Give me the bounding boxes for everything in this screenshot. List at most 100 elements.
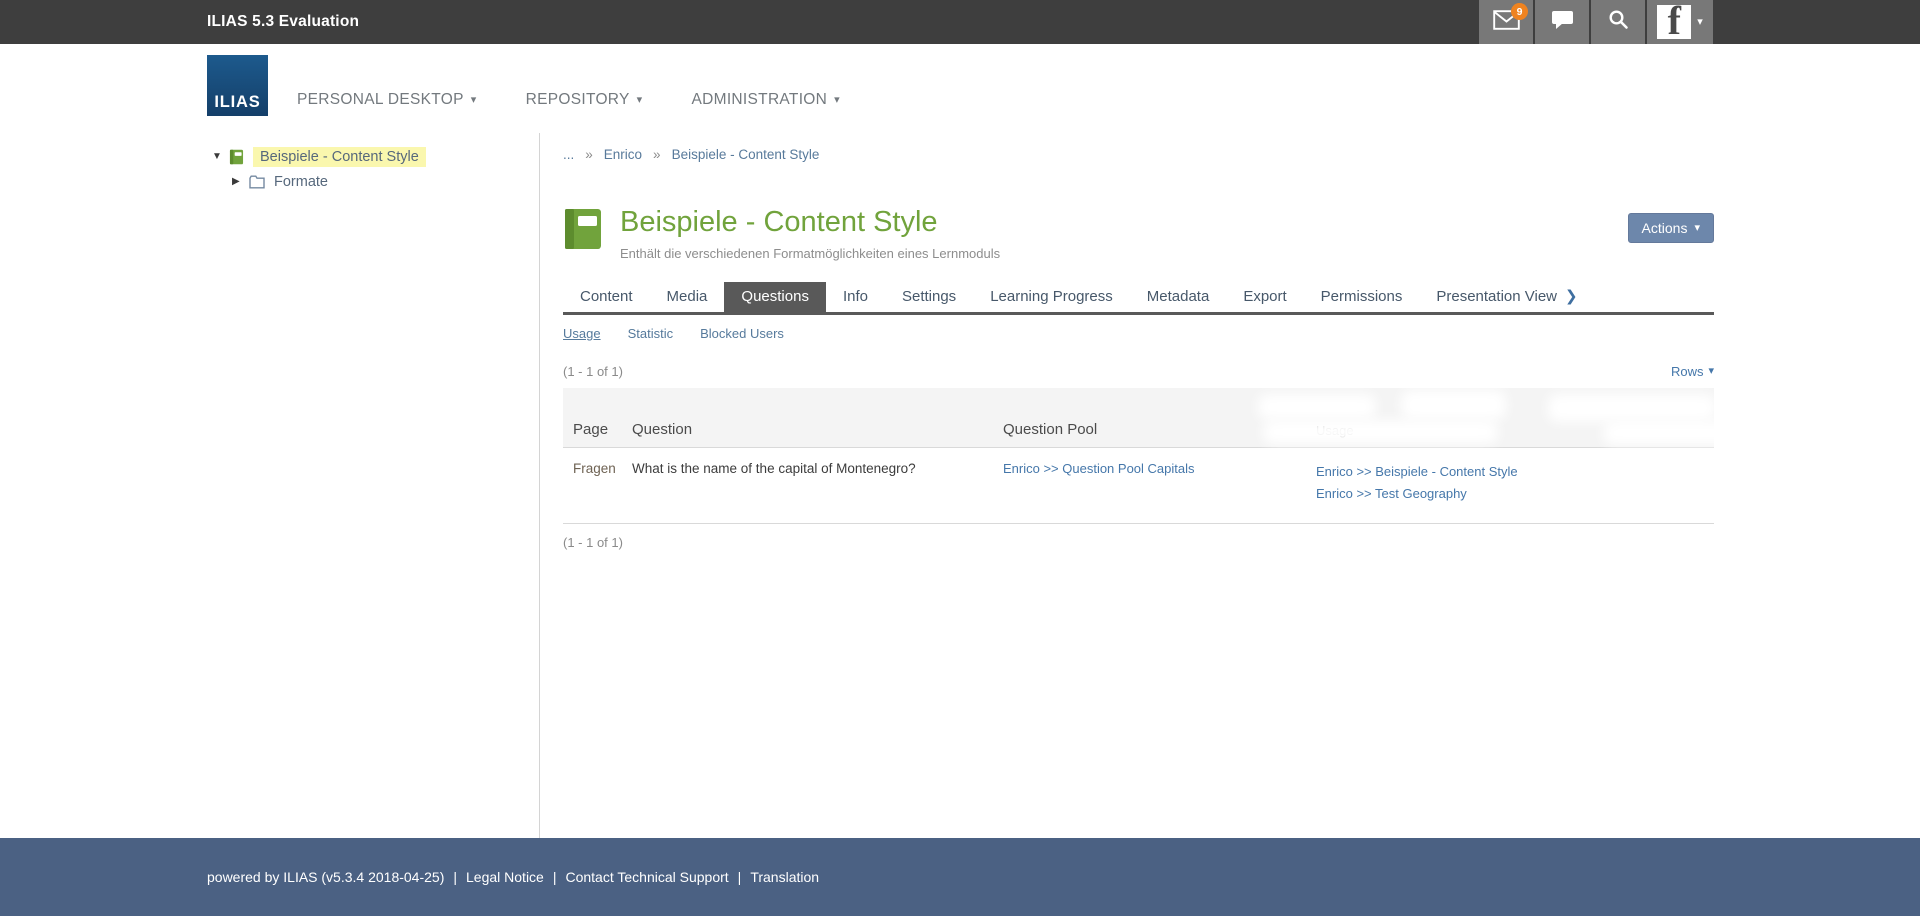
tab-label: Permissions	[1321, 282, 1403, 312]
pagination-info-bottom: (1 - 1 of 1)	[563, 535, 1714, 550]
avatar: f	[1657, 5, 1691, 39]
tab-settings[interactable]: Settings	[885, 282, 973, 312]
tree-collapse-toggle[interactable]: ▶	[232, 176, 249, 187]
tab-label: Settings	[902, 282, 956, 312]
subtab-usage[interactable]: Usage	[563, 326, 601, 341]
menu-administration[interactable]: ADMINISTRATION ▾	[691, 91, 840, 109]
subtab-blocked-users[interactable]: Blocked Users	[700, 326, 784, 341]
redaction-blur	[1258, 394, 1376, 420]
cell-page: Fragen	[573, 461, 632, 476]
actions-label: Actions	[1642, 220, 1688, 236]
tree-item-content-style: ▼ Beispiele - Content Style	[212, 144, 539, 169]
search-button[interactable]	[1591, 0, 1645, 44]
chevron-down-icon: ▾	[1708, 366, 1714, 377]
tab-label: Content	[580, 282, 633, 312]
redaction-blur	[1263, 420, 1498, 444]
tab-presentation-view[interactable]: Presentation View ❯	[1419, 282, 1594, 312]
ilias-logo[interactable]: ILIAS	[207, 55, 268, 116]
footer: powered by ILIAS (v5.3.4 2018-04-25) | L…	[0, 838, 1920, 916]
table-toolbar: (1 - 1 of 1) Rows ▾	[563, 364, 1714, 379]
object-header: Beispiele - Content Style Enthält die ve…	[563, 207, 1714, 261]
cell-usage: Enrico >> Beispiele - Content Style Enri…	[1316, 461, 1714, 505]
installation-title: ILIAS 5.3 Evaluation	[207, 13, 359, 31]
usage-link-content-style[interactable]: Enrico >> Beispiele - Content Style	[1316, 464, 1518, 479]
breadcrumb-separator: »	[653, 147, 661, 162]
tab-info[interactable]: Info	[826, 282, 885, 312]
tab-permissions[interactable]: Permissions	[1304, 282, 1420, 312]
tab-label: Info	[843, 282, 868, 312]
tree-item-formate: ▶ Formate	[212, 169, 539, 194]
tab-label: Media	[667, 282, 708, 312]
pagination-info: (1 - 1 of 1)	[563, 364, 623, 379]
redaction-blur	[1603, 421, 1753, 445]
tab-label: Metadata	[1147, 282, 1210, 312]
tab-label: Presentation View	[1436, 282, 1557, 312]
tree-item-label[interactable]: Beispiele - Content Style	[253, 147, 426, 167]
usage-link-test-geography[interactable]: Enrico >> Test Geography	[1316, 486, 1467, 501]
tab-media[interactable]: Media	[650, 282, 725, 312]
object-title-block: Beispiele - Content Style Enthält die ve…	[620, 207, 1000, 261]
footer-separator: |	[738, 869, 742, 885]
tab-label: Learning Progress	[990, 282, 1113, 312]
menu-label: ADMINISTRATION	[691, 91, 827, 109]
menu-label: PERSONAL DESKTOP	[297, 91, 464, 109]
footer-separator: |	[453, 869, 457, 885]
chevron-right-icon: ❯	[1565, 282, 1578, 312]
page-body: ▼ Beispiele - Content Style ▶ Formate ..…	[0, 133, 1920, 838]
contact-support-link[interactable]: Contact Technical Support	[565, 869, 728, 885]
breadcrumb-separator: »	[585, 147, 593, 162]
actions-button[interactable]: Actions ▾	[1628, 213, 1714, 243]
tab-export[interactable]: Export	[1226, 282, 1303, 312]
rows-label: Rows	[1671, 364, 1704, 379]
breadcrumb-ellipsis[interactable]: ...	[563, 147, 574, 162]
table-row: Fragen What is the name of the capital o…	[563, 448, 1714, 525]
tree-expand-toggle[interactable]: ▼	[212, 151, 229, 162]
breadcrumb-current[interactable]: Beispiele - Content Style	[672, 147, 820, 162]
mail-button[interactable]: 9	[1479, 0, 1533, 44]
column-header-question: Question	[632, 421, 1003, 438]
user-menu-button[interactable]: f ▾	[1647, 0, 1713, 44]
tab-questions[interactable]: Questions	[724, 282, 826, 312]
mail-count-badge: 9	[1511, 3, 1528, 20]
chat-button[interactable]	[1535, 0, 1589, 44]
legal-notice-link[interactable]: Legal Notice	[466, 869, 544, 885]
tab-metadata[interactable]: Metadata	[1130, 282, 1227, 312]
breadcrumb: ... » Enrico » Beispiele - Content Style	[563, 147, 1714, 162]
questions-usage-table: Page Question Question Pool Usage Fragen…	[563, 388, 1714, 551]
chevron-down-icon: ▾	[834, 95, 840, 106]
breadcrumb-enrico[interactable]: Enrico	[604, 147, 642, 162]
question-pool-link[interactable]: Enrico >> Question Pool Capitals	[1003, 461, 1195, 476]
tree-item-label[interactable]: Formate	[274, 174, 328, 190]
subtab-bar: Usage Statistic Blocked Users	[563, 326, 1714, 341]
avatar-letter: f	[1668, 5, 1681, 39]
cell-question: What is the name of the capital of Monte…	[632, 461, 1003, 476]
menu-personal-desktop[interactable]: PERSONAL DESKTOP ▾	[297, 91, 477, 109]
tab-content[interactable]: Content	[563, 282, 650, 312]
menu-repository[interactable]: REPOSITORY ▾	[526, 91, 643, 109]
repository-tree: ▼ Beispiele - Content Style ▶ Formate	[0, 133, 540, 838]
menu-label: REPOSITORY	[526, 91, 630, 109]
tab-bar: Content Media Questions Info Settings Le…	[563, 282, 1714, 315]
top-bar: ILIAS 5.3 Evaluation 9 f ▾	[0, 0, 1920, 44]
page-title: Beispiele - Content Style	[620, 207, 1000, 239]
redaction-blur	[1548, 394, 1716, 422]
redaction-blur	[1401, 390, 1506, 420]
chat-icon	[1550, 9, 1575, 35]
cell-question-pool: Enrico >> Question Pool Capitals	[1003, 461, 1316, 476]
learning-module-icon	[229, 149, 244, 165]
translation-link[interactable]: Translation	[750, 869, 819, 885]
rows-dropdown[interactable]: Rows ▾	[1671, 364, 1714, 379]
main-navbar: ILIAS PERSONAL DESKTOP ▾ REPOSITORY ▾ AD…	[0, 44, 1920, 133]
search-icon	[1608, 9, 1629, 35]
footer-separator: |	[553, 869, 557, 885]
chevron-down-icon: ▾	[1694, 223, 1700, 234]
folder-icon	[249, 175, 265, 189]
main-content: ... » Enrico » Beispiele - Content Style…	[540, 133, 1920, 838]
tab-label: Export	[1243, 282, 1286, 312]
subtab-statistic[interactable]: Statistic	[628, 326, 674, 341]
learning-module-icon-large	[563, 207, 603, 256]
chevron-down-icon: ▾	[637, 95, 643, 106]
tab-learning-progress[interactable]: Learning Progress	[973, 282, 1130, 312]
page-subtitle: Enthält die verschiedenen Formatmöglichk…	[620, 246, 1000, 261]
chevron-down-icon: ▾	[1697, 17, 1703, 28]
